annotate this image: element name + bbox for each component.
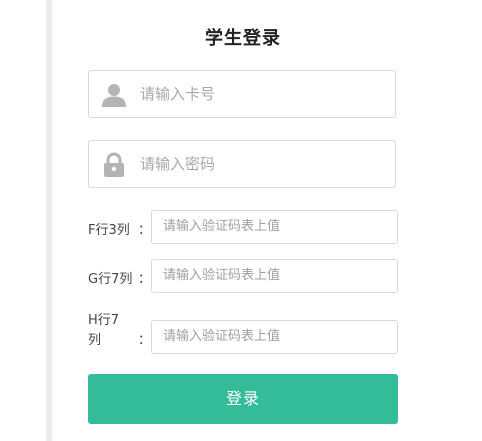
captcha-label-3-line2: 列 [88, 333, 102, 348]
password-field[interactable]: 请输入密码 [88, 140, 396, 188]
captcha-input-1[interactable]: 请输入验证码表上值 [151, 210, 398, 244]
captcha-label-3-line1: H行7 [88, 313, 120, 328]
captcha-label-2: G行7列 [88, 272, 133, 287]
login-button[interactable]: 登录 [88, 374, 398, 424]
captcha-placeholder-1: 请输入验证码表上值 [163, 219, 281, 234]
panel-left-border [46, 0, 52, 441]
captcha-colon-3: ： [138, 333, 152, 348]
captcha-label-1: F行3列 [88, 223, 130, 238]
lock-icon [101, 152, 127, 178]
captcha-input-3[interactable]: 请输入验证码表上值 [151, 320, 398, 354]
captcha-colon-2: ： [138, 272, 152, 287]
password-placeholder: 请输入密码 [140, 155, 216, 173]
captcha-input-2[interactable]: 请输入验证码表上值 [151, 259, 398, 293]
captcha-placeholder-3: 请输入验证码表上值 [163, 329, 281, 344]
card-number-field[interactable]: 请输入卡号 [88, 70, 396, 118]
page-title: 学生登录 [205, 28, 281, 49]
user-icon [101, 82, 127, 108]
captcha-colon-1: ： [138, 223, 152, 238]
captcha-placeholder-2: 请输入验证码表上值 [163, 268, 281, 283]
card-number-placeholder: 请输入卡号 [140, 85, 216, 103]
